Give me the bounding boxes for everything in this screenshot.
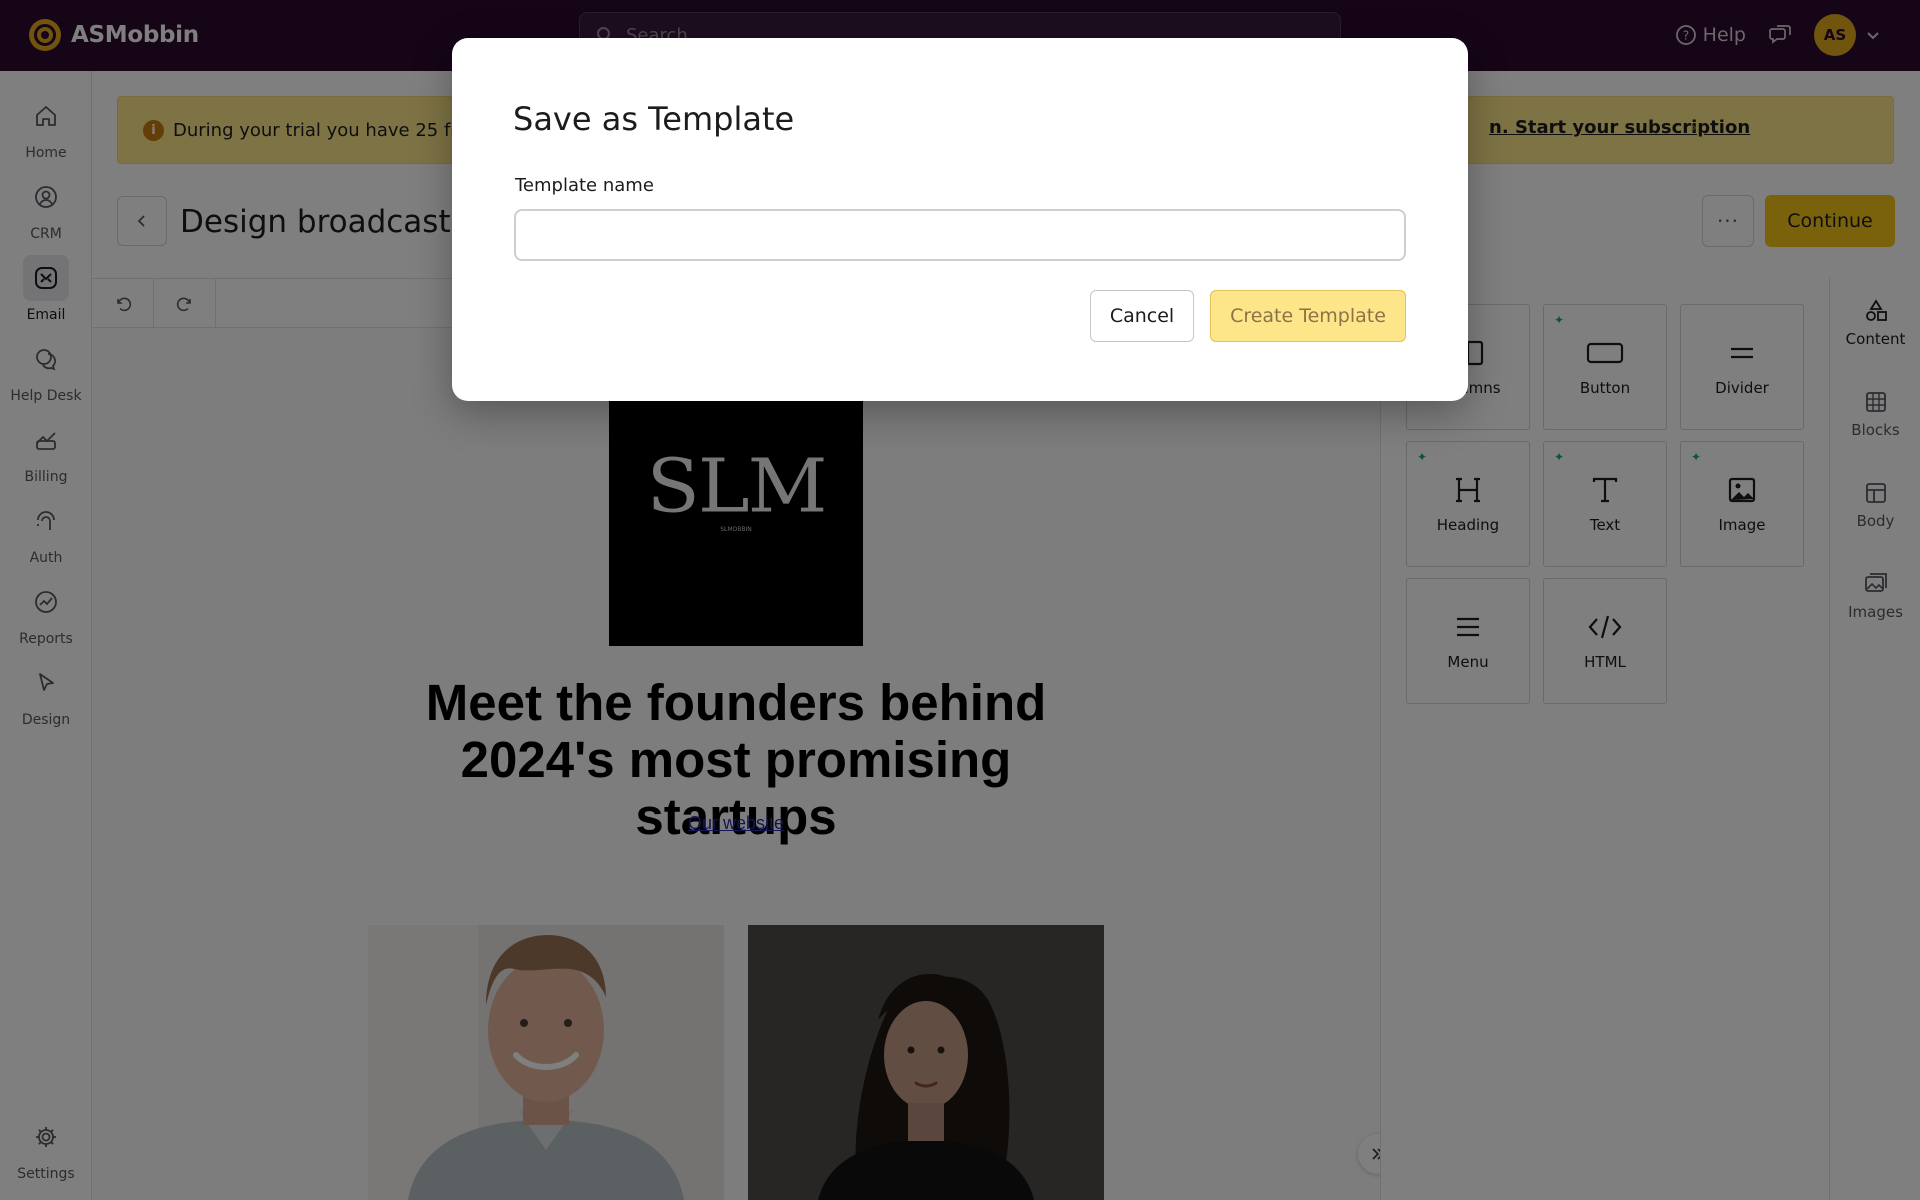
save-template-dialog: Save as Template Template name Cancel Cr… bbox=[452, 38, 1468, 401]
cancel-button[interactable]: Cancel bbox=[1090, 290, 1194, 342]
template-name-label: Template name bbox=[515, 175, 654, 196]
dialog-title: Save as Template bbox=[513, 100, 795, 138]
create-template-button[interactable]: Create Template bbox=[1210, 290, 1406, 342]
template-name-input[interactable] bbox=[514, 209, 1406, 261]
